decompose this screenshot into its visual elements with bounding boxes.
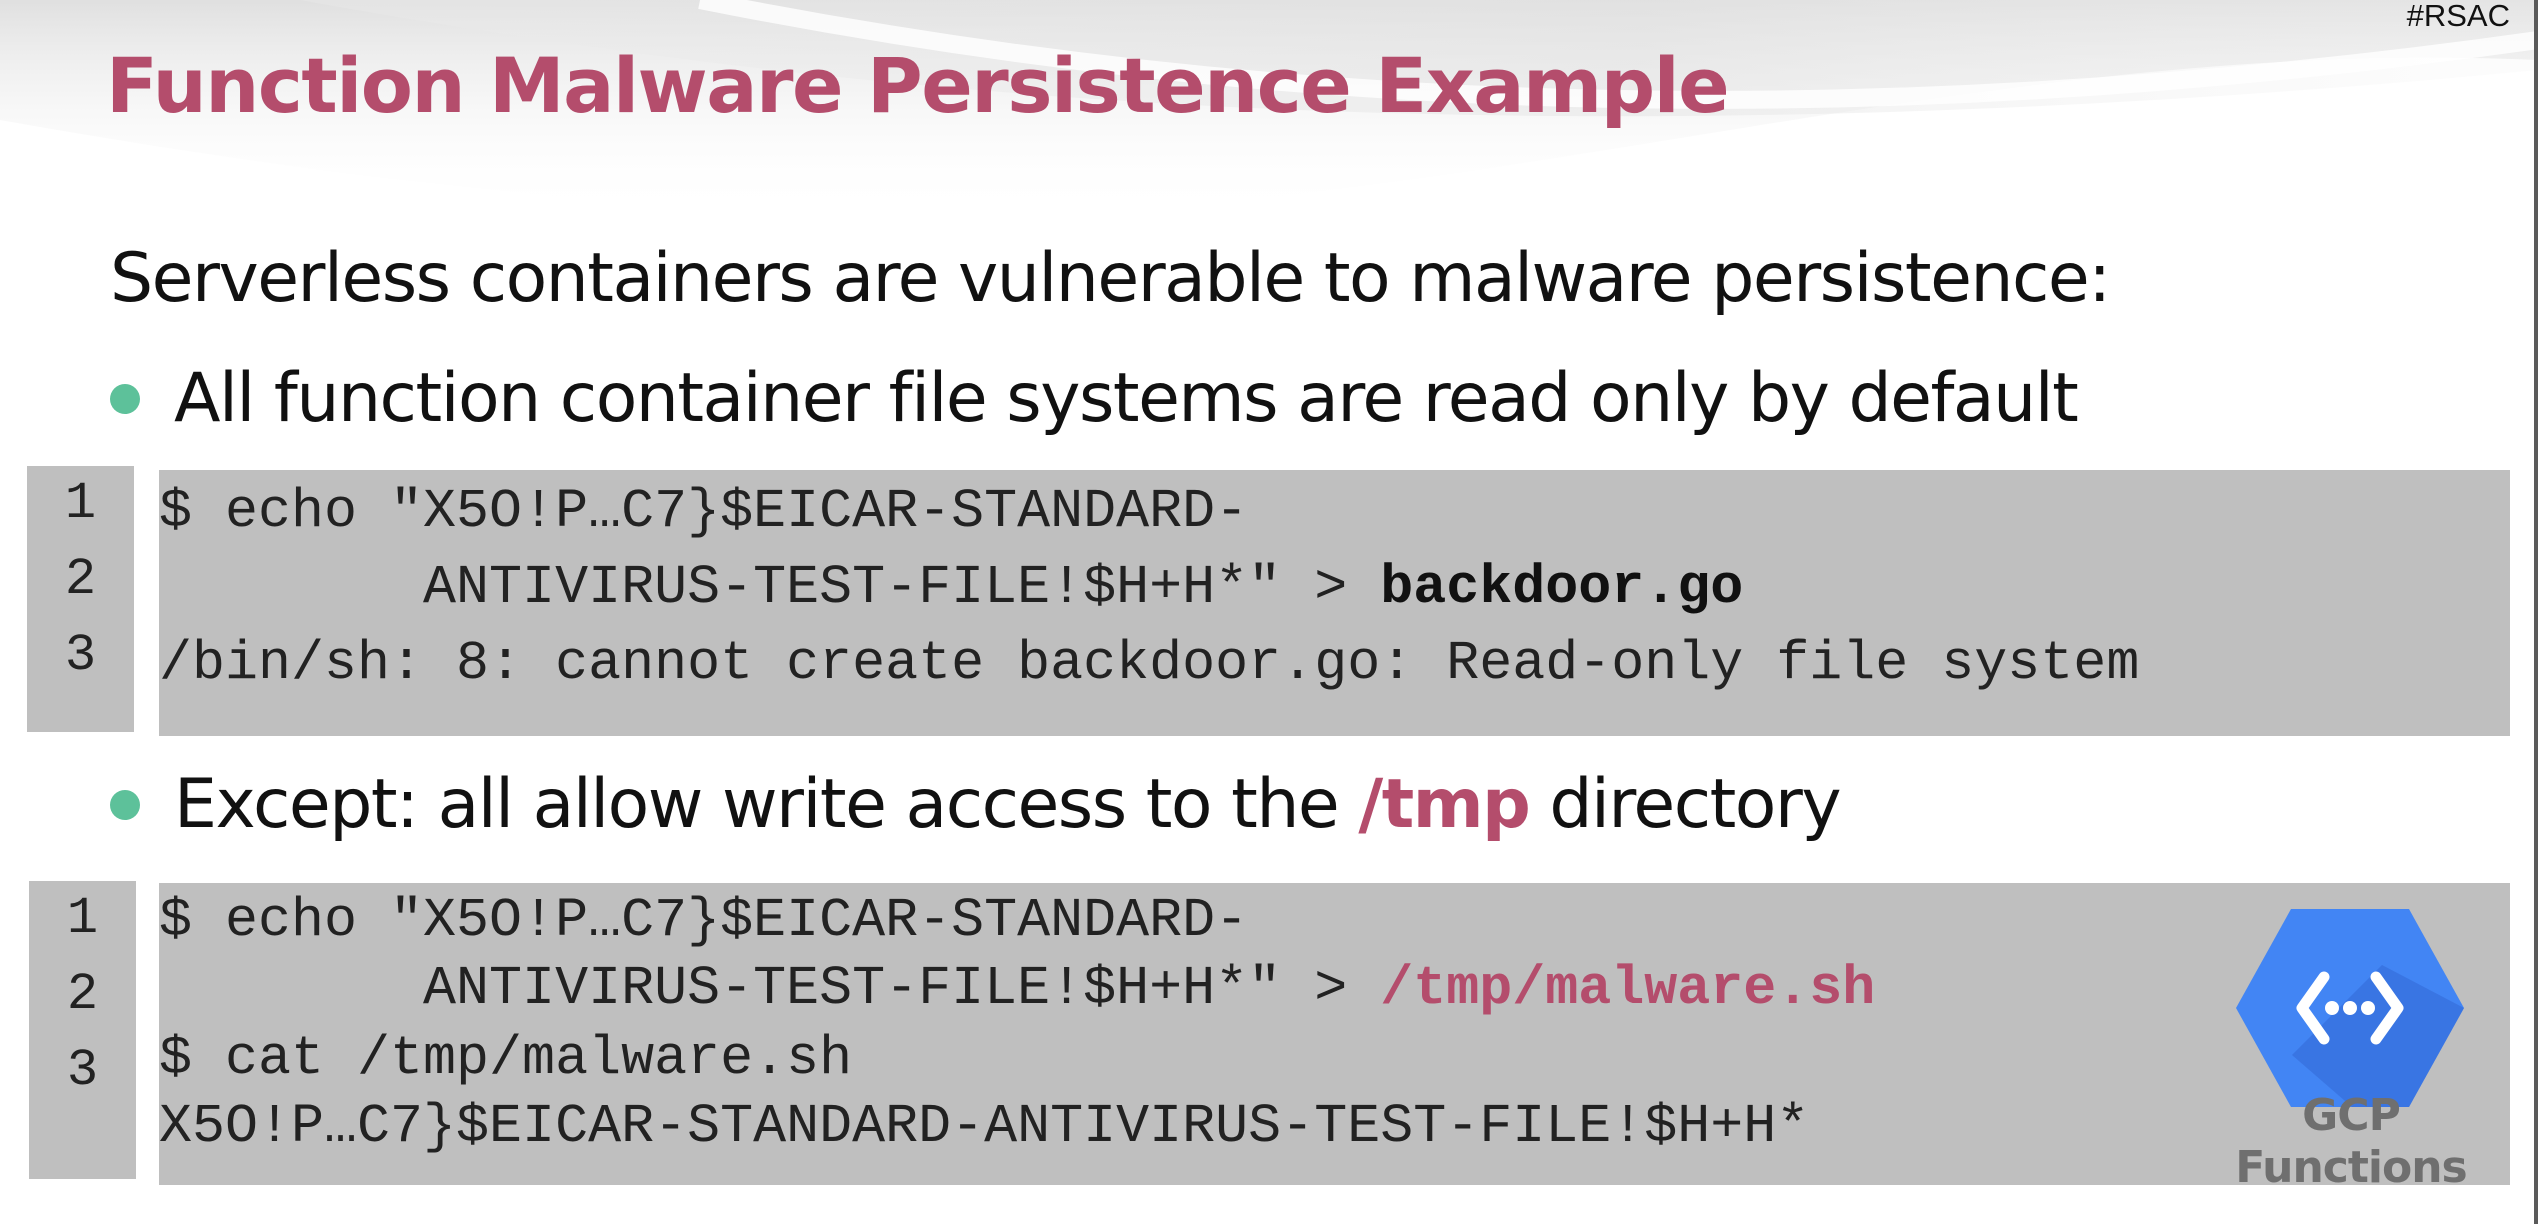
code-line: $ echo "X5O!P…C7}$EICAR-STANDARD- [159, 480, 1249, 543]
bullet-text: Except: all allow write access to the /t… [174, 765, 1842, 844]
bullet-dot-icon [110, 790, 140, 821]
tmp-directory-highlight: /tmp [1358, 765, 1530, 844]
code-output-line: X5O!P…C7}$EICAR-STANDARD-ANTIVIRUS-TEST-… [159, 1095, 1810, 1158]
line-number-gutter: 1 2 3 [27, 466, 134, 732]
slide: #RSAC Function Malware Persistence Examp… [0, 0, 2538, 1224]
gcp-label-line: Functions [2235, 1141, 2467, 1193]
gcp-label-line: GCP [2302, 1090, 2401, 1141]
bullet-text: All function container file systems are … [174, 359, 2079, 438]
slide-title: Function Malware Persistence Example [106, 41, 1730, 130]
code-line: $ cat /tmp/malware.sh [159, 1027, 853, 1090]
gcp-functions-icon [2236, 909, 2464, 1107]
line-number: 2 [66, 965, 99, 1024]
slide-right-border [2534, 0, 2538, 1224]
gcp-functions-label: GCP Functions [2220, 1090, 2482, 1194]
code-block-read-only: $ echo "X5O!P…C7}$EICAR-STANDARD- ANTIVI… [159, 470, 2510, 736]
code-line: $ echo "X5O!P…C7}$EICAR-STANDARD- [159, 889, 1249, 952]
code-line: ANTIVIRUS-TEST-FILE!$H+H*" > /tmp/malwar… [159, 961, 1875, 1016]
code-segment: ANTIVIRUS-TEST-FILE!$H+H*" > [159, 957, 1381, 1020]
bullet-tmp-exception: Except: all allow write access to the /t… [110, 765, 1842, 844]
code-block-tmp-write: $ echo "X5O!P…C7}$EICAR-STANDARD- ANTIVI… [159, 883, 2510, 1185]
line-number: 3 [64, 626, 97, 685]
code-error-line: /bin/sh: 8: cannot create backdoor.go: R… [159, 632, 2140, 695]
intro-statement: Serverless containers are vulnerable to … [110, 239, 2111, 318]
line-number: 1 [66, 889, 99, 948]
line-number: 1 [64, 474, 97, 533]
bullet-text-after: directory [1529, 765, 1841, 844]
code-output-filename: /tmp/malware.sh [1380, 957, 1876, 1020]
header-swoosh-decoration [0, 0, 2538, 216]
code-line: ANTIVIRUS-TEST-FILE!$H+H*" > backdoor.go [159, 560, 1743, 615]
bullet-text-before: Except: all allow write access to the [174, 765, 1359, 844]
line-number: 3 [66, 1041, 99, 1100]
bullet-read-only: All function container file systems are … [110, 359, 2079, 438]
bullet-dot-icon [110, 384, 140, 415]
code-output-filename: backdoor.go [1380, 556, 1744, 619]
conference-hashtag: #RSAC [2406, 0, 2510, 33]
line-number: 2 [64, 550, 97, 609]
line-number-gutter: 1 2 3 [29, 881, 136, 1179]
code-segment: ANTIVIRUS-TEST-FILE!$H+H*" > [159, 556, 1381, 619]
